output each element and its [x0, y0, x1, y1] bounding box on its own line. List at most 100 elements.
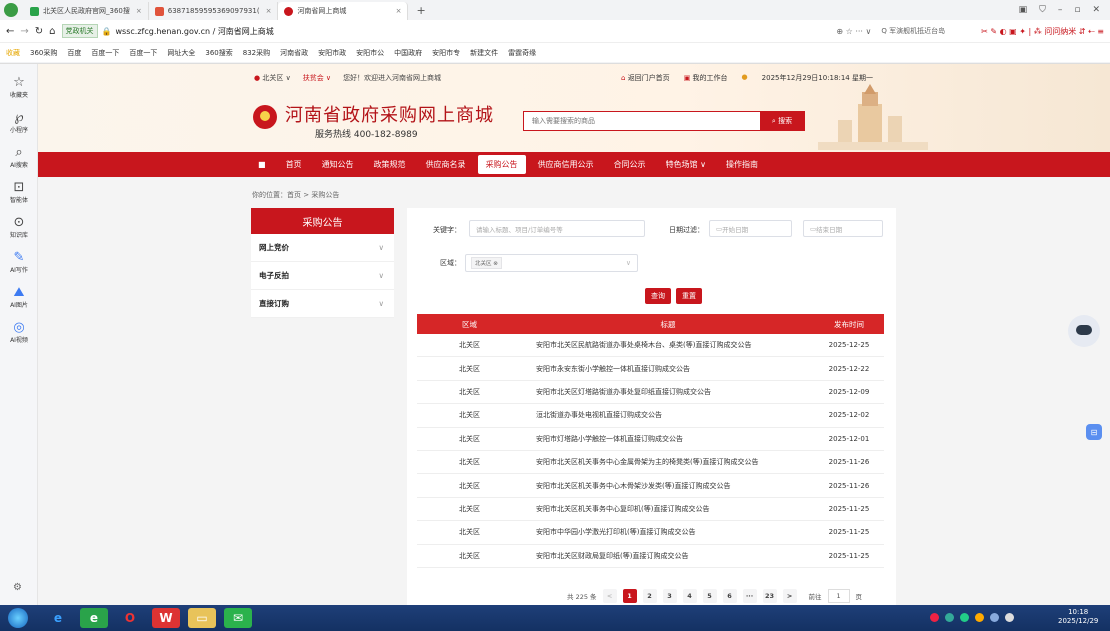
bookmark-item[interactable]: 收藏 [6, 48, 20, 58]
back-icon[interactable]: ← [6, 26, 14, 37]
date-start-input[interactable]: ▭ 开始日期 [709, 220, 792, 237]
left-menu-item-direct-order[interactable]: 直接订购 ∨ [251, 290, 394, 318]
page-button[interactable]: 4 [682, 589, 697, 603]
sidebar-item-mini-program[interactable]: ℘ 小程序 [0, 111, 38, 135]
nav-item-policy[interactable]: 政策规范 [366, 155, 414, 174]
tab-1[interactable]: 北关区人民政府官网_360搜 × [24, 2, 149, 20]
table-row[interactable]: 北关区 安阳市北关区机关事务中心木骨架沙发类(等)直接订购成交公告 2025-11-… [417, 474, 884, 498]
nav-item-home[interactable]: 首页 [278, 155, 310, 174]
address-bar[interactable]: 党政机关 🔒 wssc.zfcg.henan.gov.cn / 河南省网上商城 … [61, 23, 945, 39]
bookmark-item[interactable]: 安阳市公 [356, 48, 384, 58]
prev-page-button[interactable]: < [602, 589, 617, 603]
close-icon[interactable]: × [396, 7, 402, 15]
reset-button[interactable]: 重置 [676, 288, 702, 304]
tray-icon[interactable] [945, 613, 954, 622]
bookmark-item[interactable]: 安阳市政 [318, 48, 346, 58]
query-button[interactable]: 查询 [645, 288, 671, 304]
settings-icon[interactable]: ⚙ [13, 582, 22, 593]
tray-icon[interactable] [930, 613, 939, 622]
page-button[interactable]: 5 [702, 589, 717, 603]
nav-item-guide[interactable]: 操作指南 [718, 155, 766, 174]
minimize-icon[interactable]: – [1058, 5, 1063, 15]
keyword-input[interactable]: 请输入标题、项目/订单编号等 [469, 220, 645, 237]
bookmark-item[interactable]: 832采购 [243, 48, 270, 58]
sidebar-item-knowledge[interactable]: ⊙ 知识库 [0, 216, 38, 240]
bookmark-item[interactable]: 安阳市专 [432, 48, 460, 58]
goto-page-input[interactable]: 1 [827, 589, 850, 603]
sidebar-item-ai-image[interactable]: ⛰ AI图片 [0, 286, 38, 310]
page-button[interactable]: 2 [642, 589, 657, 603]
nav-item-notices[interactable]: 通知公告 [314, 155, 362, 174]
close-icon[interactable]: × [136, 7, 142, 15]
nav-item-contracts[interactable]: 合同公示 [606, 155, 654, 174]
page-ellipsis[interactable]: ··· [742, 589, 757, 603]
qr-icon[interactable]: ⊕ ☆ ··· ∨ [836, 27, 871, 36]
table-row[interactable]: 北关区 安阳市北关区灯塔路街道办事处复印纸直接订购成交公告 2025-12-09 [417, 381, 884, 405]
region-tag[interactable]: 北关区 ⊗ [471, 257, 502, 269]
ie-icon[interactable]: e [44, 608, 72, 628]
shirt-icon[interactable]: ⛉ [1039, 5, 1046, 15]
portal-link[interactable]: ⌂ 返回门户首页 [621, 73, 670, 83]
nav-menu-icon[interactable]: ■ [250, 156, 274, 173]
bookmark-item[interactable]: 百度一下 [91, 48, 119, 58]
maximize-icon[interactable]: ▫ [1074, 5, 1080, 15]
wechat-icon[interactable]: ✉ [224, 608, 252, 628]
sidebar-item-favorites[interactable]: ☆ 收藏夹 [0, 76, 38, 100]
sidebar-item-ai-video[interactable]: ◎ AI视频 [0, 321, 38, 345]
home-icon[interactable]: ⌂ [49, 26, 55, 37]
close-window-icon[interactable]: ✕ [1092, 5, 1100, 15]
location-selector[interactable]: ● 北关区 ∨ [254, 73, 291, 83]
new-tab-button[interactable]: + [416, 4, 425, 17]
tray-icon[interactable] [975, 613, 984, 622]
side-panel-icon[interactable]: ⊟ [1086, 424, 1102, 440]
table-row[interactable]: 北关区 洹北街道办事处电视机直接订购成交公告 2025-12-02 [417, 404, 884, 428]
bookmark-item[interactable]: 雷霆奇缘 [508, 48, 536, 58]
page-button[interactable]: 3 [662, 589, 677, 603]
region-select[interactable]: 北关区 ⊗ ∨ [465, 254, 638, 272]
left-menu-item-bidding[interactable]: 网上竞价 ∨ [251, 234, 394, 262]
sidebar-item-agent[interactable]: ⊡ 智能体 [0, 181, 38, 205]
bookmark-item[interactable]: 河南省政 [280, 48, 308, 58]
browser-search-hint[interactable]: Q 军演舰机抵近台岛 [881, 26, 945, 36]
nav-item-credit[interactable]: 供应商信用公示 [530, 155, 602, 174]
workbench-link[interactable]: ▣ 我的工作台 [684, 73, 728, 83]
table-row[interactable]: 北关区 安阳市北关区财政局复印纸(等)直接订购成交公告 2025-11-25 [417, 545, 884, 568]
menu-icon[interactable]: ▣ [1019, 5, 1028, 15]
nav-item-suppliers[interactable]: 供应商名录 [418, 155, 474, 174]
folder-icon[interactable]: ▭ [188, 608, 216, 628]
sidebar-item-ai-search[interactable]: ⌕ AI搜索 [0, 146, 38, 170]
360-browser-icon[interactable]: e [80, 608, 108, 628]
table-row[interactable]: 北关区 安阳市北关区机关事务中心复印机(等)直接订购成交公告 2025-11-25 [417, 498, 884, 522]
tab-3[interactable]: 河南省网上商城 × [278, 2, 409, 20]
reload-icon[interactable]: ↻ [35, 26, 43, 37]
bookmark-item[interactable]: 百度一下 [129, 48, 157, 58]
nav-item-procurement[interactable]: 采购公告 [477, 155, 526, 174]
table-row[interactable]: 北关区 安阳市中华园小学激光打印机(等)直接订购成交公告 2025-11-25 [417, 521, 884, 545]
start-button[interactable] [8, 608, 28, 628]
table-row[interactable]: 北关区 安阳市灯塔路小学触控一体机直接订购成交公告 2025-12-01 [417, 428, 884, 451]
next-page-button[interactable]: > [782, 589, 797, 603]
bookmark-item[interactable]: 网址大全 [167, 48, 195, 58]
bookmark-item[interactable]: 百度 [67, 48, 81, 58]
bookmark-item[interactable]: 360搜索 [205, 48, 232, 58]
sidebar-item-ai-write[interactable]: ✎ AI写作 [0, 251, 38, 275]
table-row[interactable]: 北关区 安阳市北关区民航路街道办事处桌椅木台、桌类(等)直接订购成交公告 2025-… [417, 334, 884, 358]
taskbar-clock[interactable]: 10:18 2025/12/29 [1058, 608, 1098, 626]
tray-icon[interactable] [960, 613, 969, 622]
volume-icon[interactable] [1005, 613, 1014, 622]
product-search-button[interactable]: ⌕ 搜索 [760, 112, 804, 130]
table-row[interactable]: 北关区 安阳市北关区机关事务中心金属骨架为主的椅凳类(等)直接订购成交公告 2025… [417, 451, 884, 475]
close-icon[interactable]: × [266, 7, 272, 15]
bookmark-item[interactable]: 360采购 [30, 48, 57, 58]
date-end-input[interactable]: ▭ 结束日期 [803, 220, 883, 237]
page-button[interactable]: 6 [722, 589, 737, 603]
toolbar-icons[interactable]: ✂ ✎ ◐ ▣ ✦ | ⁂ 问问纳米 ⇵ ⇠ ≡ [981, 26, 1104, 37]
wps-icon[interactable]: W [152, 608, 180, 628]
page-button[interactable]: 23 [762, 589, 777, 603]
bookmark-item[interactable]: 新建文件 [470, 48, 498, 58]
tray-icon[interactable] [990, 613, 999, 622]
assistant-robot-icon[interactable] [1068, 315, 1100, 347]
nav-item-featured[interactable]: 特色场馆 ∨ [658, 155, 714, 174]
product-search-input[interactable] [524, 112, 760, 130]
left-menu-item-reverse-auction[interactable]: 电子反拍 ∨ [251, 262, 394, 290]
